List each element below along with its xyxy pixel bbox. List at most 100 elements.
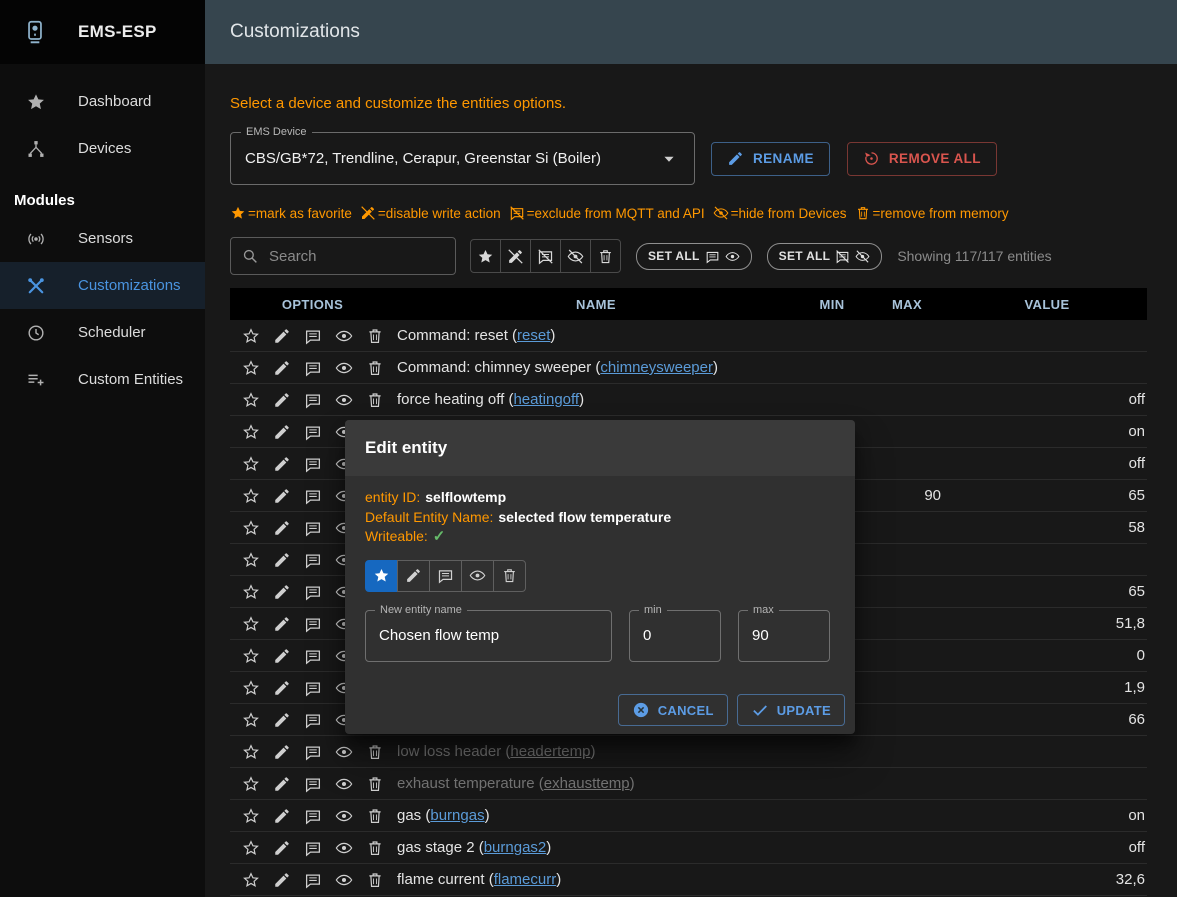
delete-icon[interactable] [366, 391, 384, 409]
mqtt-icon[interactable] [304, 871, 322, 889]
star-o-icon[interactable] [242, 711, 260, 729]
filter-delete-button[interactable] [590, 239, 621, 273]
mqtt-icon[interactable] [304, 775, 322, 793]
eye-icon[interactable] [335, 775, 353, 793]
edit-icon[interactable] [273, 679, 291, 697]
entity-id-link[interactable]: burngas [430, 807, 484, 824]
toggle-eye-button[interactable] [461, 560, 494, 592]
star-o-icon[interactable] [242, 775, 260, 793]
delete-icon[interactable] [366, 743, 384, 761]
star-o-icon[interactable] [242, 455, 260, 473]
sidebar-item-scheduler[interactable]: Scheduler [0, 309, 205, 356]
entity-id-link[interactable]: chimneysweeper [600, 359, 713, 376]
ems-device-select[interactable]: EMS Device CBS/GB*72, Trendline, Cerapur… [230, 132, 695, 185]
mqtt-icon[interactable] [304, 647, 322, 665]
new-entity-name-input[interactable] [366, 611, 611, 661]
search-input[interactable] [267, 247, 445, 266]
mqtt-icon[interactable] [304, 551, 322, 569]
filter-mqtt-off-button[interactable] [530, 239, 561, 273]
delete-icon[interactable] [366, 775, 384, 793]
edit-icon[interactable] [273, 839, 291, 857]
delete-icon[interactable] [366, 871, 384, 889]
edit-icon[interactable] [273, 615, 291, 633]
star-o-icon[interactable] [242, 391, 260, 409]
star-o-icon[interactable] [242, 423, 260, 441]
edit-icon[interactable] [273, 871, 291, 889]
new-entity-name-field[interactable]: New entity name [365, 610, 612, 662]
filter-star-button[interactable] [470, 239, 501, 273]
eye-icon[interactable] [335, 871, 353, 889]
delete-icon[interactable] [366, 359, 384, 377]
min-field[interactable]: min [629, 610, 721, 662]
update-button[interactable]: UPDATE [737, 694, 845, 726]
edit-icon[interactable] [273, 487, 291, 505]
edit-icon[interactable] [273, 583, 291, 601]
mqtt-icon[interactable] [304, 359, 322, 377]
edit-icon[interactable] [273, 743, 291, 761]
mqtt-icon[interactable] [304, 423, 322, 441]
entity-id-link[interactable]: reset [517, 327, 550, 344]
mqtt-icon[interactable] [304, 519, 322, 537]
star-o-icon[interactable] [242, 327, 260, 345]
mqtt-icon[interactable] [304, 455, 322, 473]
search-field[interactable] [230, 237, 456, 275]
star-o-icon[interactable] [242, 487, 260, 505]
entity-id-link[interactable]: flamecurr [494, 871, 557, 888]
star-o-icon[interactable] [242, 583, 260, 601]
star-o-icon[interactable] [242, 647, 260, 665]
sidebar-item-custom-entities[interactable]: Custom Entities [0, 356, 205, 403]
edit-icon[interactable] [273, 647, 291, 665]
mqtt-icon[interactable] [304, 391, 322, 409]
remove-all-button[interactable]: REMOVE ALL [847, 142, 997, 176]
star-o-icon[interactable] [242, 615, 260, 633]
sidebar-item-customizations[interactable]: Customizations [0, 262, 205, 309]
edit-icon[interactable] [273, 455, 291, 473]
mqtt-icon[interactable] [304, 711, 322, 729]
mqtt-icon[interactable] [304, 583, 322, 601]
star-o-icon[interactable] [242, 551, 260, 569]
entity-id-link[interactable]: headertemp [510, 743, 590, 760]
filter-eye-off-button[interactable] [560, 239, 591, 273]
star-o-icon[interactable] [242, 359, 260, 377]
star-o-icon[interactable] [242, 679, 260, 697]
eye-icon[interactable] [335, 391, 353, 409]
rename-button[interactable]: RENAME [711, 142, 830, 176]
eye-icon[interactable] [335, 839, 353, 857]
max-input[interactable] [739, 611, 829, 661]
edit-icon[interactable] [273, 551, 291, 569]
edit-icon[interactable] [273, 807, 291, 825]
entity-id-link[interactable]: heatingoff [513, 391, 579, 408]
edit-icon[interactable] [273, 359, 291, 377]
eye-icon[interactable] [335, 807, 353, 825]
min-input[interactable] [630, 611, 720, 661]
toggle-edit-button[interactable] [397, 560, 430, 592]
edit-icon[interactable] [273, 711, 291, 729]
star-o-icon[interactable] [242, 743, 260, 761]
edit-icon[interactable] [273, 519, 291, 537]
star-o-icon[interactable] [242, 807, 260, 825]
mqtt-icon[interactable] [304, 807, 322, 825]
star-o-icon[interactable] [242, 839, 260, 857]
max-field[interactable]: max [738, 610, 830, 662]
eye-icon[interactable] [335, 359, 353, 377]
mqtt-icon[interactable] [304, 487, 322, 505]
mqtt-icon[interactable] [304, 743, 322, 761]
toggle-delete-button[interactable] [493, 560, 526, 592]
edit-icon[interactable] [273, 775, 291, 793]
entity-id-link[interactable]: burngas2 [484, 839, 547, 856]
star-o-icon[interactable] [242, 519, 260, 537]
eye-icon[interactable] [335, 327, 353, 345]
edit-icon[interactable] [273, 391, 291, 409]
toggle-star-button[interactable] [365, 560, 398, 592]
sidebar-item-devices[interactable]: Devices [0, 125, 205, 172]
mqtt-icon[interactable] [304, 615, 322, 633]
set-all-button-1[interactable]: SET ALL [636, 243, 752, 270]
delete-icon[interactable] [366, 327, 384, 345]
set-all-button-2[interactable]: SET ALL [767, 243, 883, 270]
mqtt-icon[interactable] [304, 839, 322, 857]
edit-icon[interactable] [273, 423, 291, 441]
sidebar-item-dashboard[interactable]: Dashboard [0, 78, 205, 125]
entity-id-link[interactable]: exhausttemp [544, 775, 630, 792]
toggle-mqtt-button[interactable] [429, 560, 462, 592]
mqtt-icon[interactable] [304, 679, 322, 697]
